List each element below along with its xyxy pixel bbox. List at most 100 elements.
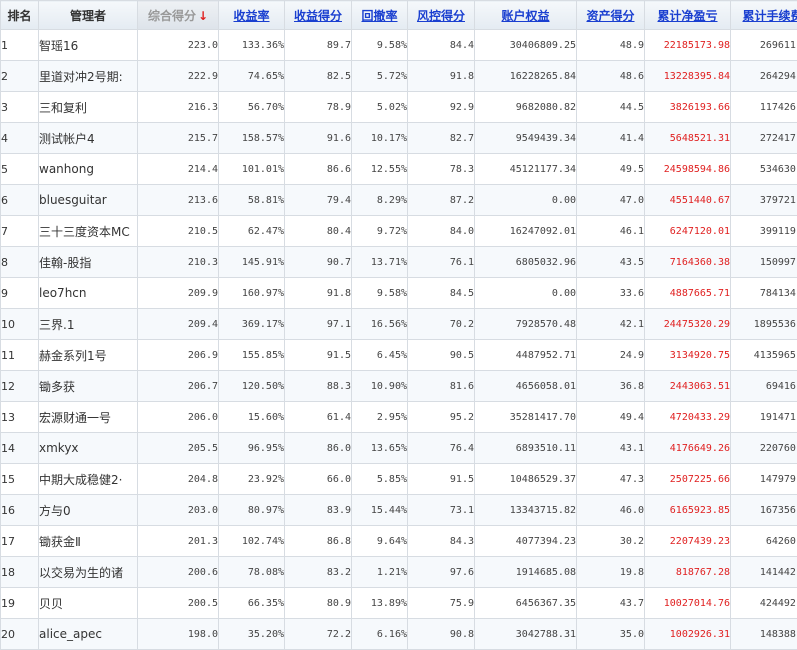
- equity-cell: 45121177.34: [475, 154, 577, 185]
- return-rate-cell: 158.57%: [219, 123, 285, 154]
- fees-cell: 148388.69: [731, 619, 797, 650]
- equity-cell: 6893510.11: [475, 433, 577, 464]
- equity-cell: 7928570.48: [475, 309, 577, 340]
- drawdown-cell: 13.89%: [352, 588, 408, 619]
- net-profit-cell: 4176649.26: [645, 433, 731, 464]
- asset-score-cell: 47.0: [577, 185, 645, 216]
- fees-cell: 264294.99: [731, 61, 797, 92]
- return-score-cell: 97.1: [285, 309, 352, 340]
- return-rate-cell: 78.08%: [219, 557, 285, 588]
- total-score-cell: 206.7: [138, 371, 219, 402]
- drawdown-cell: 8.29%: [352, 185, 408, 216]
- risk-score-cell: 90.8: [408, 619, 475, 650]
- header-fees[interactable]: 累计手续费: [731, 1, 797, 30]
- header-return-rate[interactable]: 收益率: [219, 1, 285, 30]
- table-row: 6bluesguitar213.658.81%79.48.29%87.20.00…: [1, 185, 797, 216]
- header-equity[interactable]: 账户权益: [475, 1, 577, 30]
- drawdown-cell: 1.21%: [352, 557, 408, 588]
- equity-cell: 13343715.82: [475, 495, 577, 526]
- drawdown-cell: 5.02%: [352, 92, 408, 123]
- header-manager: 管理者: [39, 1, 138, 30]
- asset-score-cell: 43.7: [577, 588, 645, 619]
- rank-cell: 10: [1, 309, 39, 340]
- header-drawdown[interactable]: 回撤率: [352, 1, 408, 30]
- manager-name: 方与0: [39, 495, 138, 526]
- equity-cell: 0.00: [475, 278, 577, 309]
- equity-cell: 9682080.82: [475, 92, 577, 123]
- asset-score-cell: 49.5: [577, 154, 645, 185]
- return-score-cell: 83.9: [285, 495, 352, 526]
- risk-score-cell: 95.2: [408, 402, 475, 433]
- net-profit-cell: 6247120.01: [645, 216, 731, 247]
- table-row: 5wanhong214.4101.01%86.612.55%78.3451211…: [1, 154, 797, 185]
- table-row: 20alice_apec198.035.20%72.26.16%90.83042…: [1, 619, 797, 650]
- return-rate-cell: 58.81%: [219, 185, 285, 216]
- drawdown-cell: 13.65%: [352, 433, 408, 464]
- manager-name: bluesguitar: [39, 185, 138, 216]
- net-profit-cell: 3134920.75: [645, 340, 731, 371]
- risk-score-cell: 78.3: [408, 154, 475, 185]
- return-score-cell: 80.9: [285, 588, 352, 619]
- return-score-cell: 91.8: [285, 278, 352, 309]
- header-asset-score[interactable]: 资产得分: [577, 1, 645, 30]
- return-score-cell: 89.7: [285, 30, 352, 61]
- total-score-cell: 210.5: [138, 216, 219, 247]
- fees-cell: 784134.29: [731, 278, 797, 309]
- rank-cell: 1: [1, 30, 39, 61]
- rank-cell: 14: [1, 433, 39, 464]
- rank-cell: 8: [1, 247, 39, 278]
- header-rank: 排名: [1, 1, 39, 30]
- total-score-cell: 213.6: [138, 185, 219, 216]
- return-rate-cell: 62.47%: [219, 216, 285, 247]
- return-score-cell: 91.5: [285, 340, 352, 371]
- return-score-cell: 82.5: [285, 61, 352, 92]
- header-net-profit[interactable]: 累计净盈亏: [645, 1, 731, 30]
- table-row: 12锄多获206.7120.50%88.310.90%81.64656058.0…: [1, 371, 797, 402]
- return-rate-cell: 56.70%: [219, 92, 285, 123]
- return-rate-cell: 133.36%: [219, 30, 285, 61]
- table-row: 14xmkyx205.596.95%86.013.65%76.46893510.…: [1, 433, 797, 464]
- equity-cell: 4656058.01: [475, 371, 577, 402]
- header-risk-score[interactable]: 风控得分: [408, 1, 475, 30]
- equity-cell: 6805032.96: [475, 247, 577, 278]
- equity-cell: 6456367.35: [475, 588, 577, 619]
- total-score-cell: 210.3: [138, 247, 219, 278]
- rank-cell: 11: [1, 340, 39, 371]
- table-row: 9leo7hcn209.9160.97%91.89.58%84.50.0033.…: [1, 278, 797, 309]
- return-score-cell: 66.0: [285, 464, 352, 495]
- total-score-cell: 206.0: [138, 402, 219, 433]
- return-rate-cell: 160.97%: [219, 278, 285, 309]
- return-rate-cell: 23.92%: [219, 464, 285, 495]
- header-total-score[interactable]: 综合得分↓: [138, 1, 219, 30]
- fees-cell: 4135965.63: [731, 340, 797, 371]
- table-row: 16方与0203.080.97%83.915.44%73.113343715.8…: [1, 495, 797, 526]
- manager-name: alice_apec: [39, 619, 138, 650]
- table-row: 7三十三度资本MC210.562.47%80.49.72%84.01624709…: [1, 216, 797, 247]
- manager-name: 智瑶16: [39, 30, 138, 61]
- drawdown-cell: 10.17%: [352, 123, 408, 154]
- total-score-cell: 206.9: [138, 340, 219, 371]
- asset-score-cell: 19.8: [577, 557, 645, 588]
- rank-cell: 16: [1, 495, 39, 526]
- total-score-cell: 198.0: [138, 619, 219, 650]
- asset-score-cell: 44.5: [577, 92, 645, 123]
- table-body: 1智瑶16223.0133.36%89.79.58%84.430406809.2…: [1, 30, 797, 650]
- equity-cell: 3042788.31: [475, 619, 577, 650]
- rank-cell: 12: [1, 371, 39, 402]
- manager-name: 锄多获: [39, 371, 138, 402]
- rank-cell: 7: [1, 216, 39, 247]
- header-return-score[interactable]: 收益得分: [285, 1, 352, 30]
- asset-score-cell: 46.0: [577, 495, 645, 526]
- total-score-cell: 222.9: [138, 61, 219, 92]
- manager-name: 中期大成稳健2·: [39, 464, 138, 495]
- return-score-cell: 61.4: [285, 402, 352, 433]
- asset-score-cell: 47.3: [577, 464, 645, 495]
- rank-cell: 2: [1, 61, 39, 92]
- table-row: 13宏源财通一号206.015.60%61.42.95%95.235281417…: [1, 402, 797, 433]
- risk-score-cell: 91.8: [408, 61, 475, 92]
- return-score-cell: 83.2: [285, 557, 352, 588]
- risk-score-cell: 90.5: [408, 340, 475, 371]
- manager-name: 宏源财通一号: [39, 402, 138, 433]
- manager-name: 三和复利: [39, 92, 138, 123]
- equity-cell: 16228265.84: [475, 61, 577, 92]
